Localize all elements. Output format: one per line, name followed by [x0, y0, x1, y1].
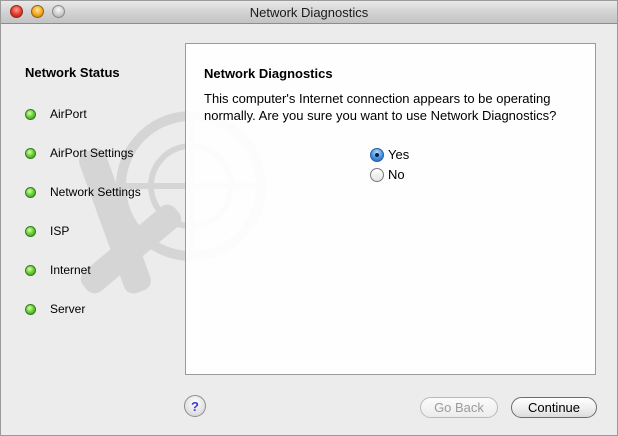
- status-item-internet: Internet: [25, 262, 91, 278]
- radio-label-no[interactable]: No: [388, 167, 405, 182]
- status-item-label: Network Settings: [50, 185, 141, 199]
- status-item-server: Server: [25, 301, 85, 317]
- status-item-label: AirPort: [50, 107, 87, 121]
- status-item-airport-settings: AirPort Settings: [25, 145, 133, 161]
- content-panel: Network Diagnostics This computer's Inte…: [185, 43, 596, 375]
- radio-unselected-icon[interactable]: [370, 167, 384, 182]
- status-item-label: ISP: [50, 224, 70, 238]
- radio-option-yes[interactable]: Yes: [370, 146, 409, 163]
- panel-title: Network Diagnostics: [204, 66, 333, 81]
- window-title: Network Diagnostics: [249, 5, 369, 20]
- radio-selected-icon[interactable]: [370, 147, 384, 162]
- status-item-label: AirPort Settings: [50, 146, 134, 160]
- continue-button[interactable]: Continue: [511, 397, 597, 418]
- status-item-label: Server: [50, 302, 86, 316]
- radio-option-no[interactable]: No: [370, 166, 405, 183]
- help-button[interactable]: ?: [184, 395, 206, 417]
- status-ok-icon: [25, 147, 36, 159]
- network-status-heading: Network Status: [25, 65, 120, 80]
- panel-message: This computer's Internet connection appe…: [204, 91, 557, 123]
- status-ok-icon: [25, 264, 36, 276]
- status-ok-icon: [25, 303, 36, 315]
- status-ok-icon: [25, 108, 36, 120]
- status-item-network-settings: Network Settings: [25, 184, 141, 200]
- status-item-isp: ISP: [25, 223, 69, 239]
- status-item-label: Internet: [50, 263, 91, 277]
- network-diagnostics-window: Network Diagnostics Network Status AirPo…: [0, 0, 618, 436]
- title-bar[interactable]: Network Diagnostics: [1, 1, 617, 24]
- status-ok-icon: [25, 186, 36, 198]
- go-back-button[interactable]: Go Back: [420, 397, 498, 418]
- status-item-airport: AirPort: [25, 106, 87, 122]
- status-ok-icon: [25, 225, 36, 237]
- radio-label-yes[interactable]: Yes: [388, 147, 409, 162]
